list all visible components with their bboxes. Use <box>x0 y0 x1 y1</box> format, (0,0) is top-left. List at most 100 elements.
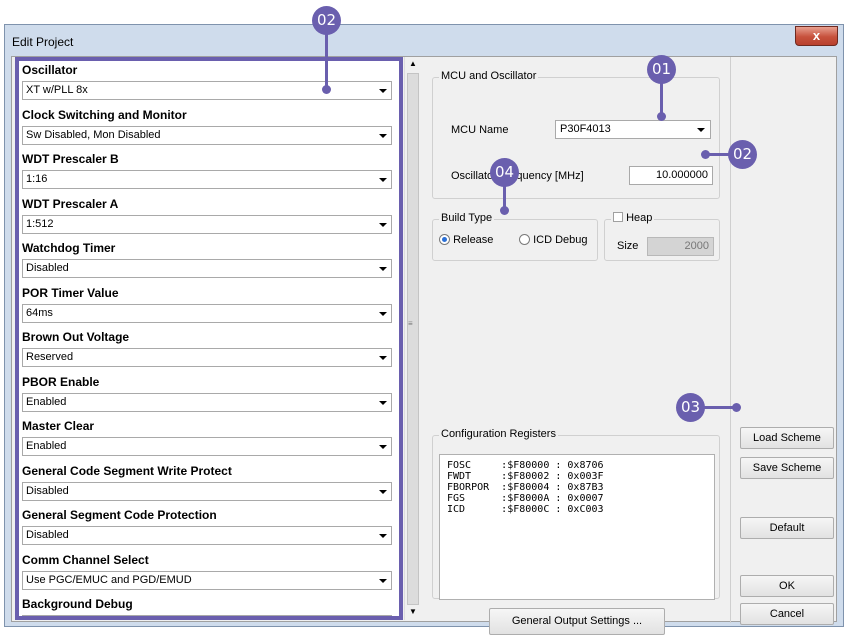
heap-checkbox[interactable] <box>613 212 623 222</box>
mcu-name-value: P30F4013 <box>560 123 611 135</box>
general-output-settings-button[interactable]: General Output Settings ... <box>489 608 665 635</box>
default-button[interactable]: Default <box>740 517 834 539</box>
heap-group: Heap Size 2000 <box>604 212 720 261</box>
config-field-select[interactable]: 1:16 <box>22 170 392 189</box>
config-field-select[interactable] <box>22 615 392 616</box>
chevron-down-icon <box>379 489 387 494</box>
chevron-down-icon <box>379 356 387 360</box>
callout-line-01 <box>660 83 663 115</box>
config-field-value: Disabled <box>26 262 69 274</box>
config-field-label: General Segment Code Protection <box>22 508 217 522</box>
config-field-label: WDT Prescaler B <box>22 152 119 166</box>
scroll-thumb[interactable] <box>407 73 419 605</box>
chevron-down-icon <box>379 578 387 583</box>
config-field-value: Disabled <box>26 529 69 541</box>
chevron-down-icon <box>379 178 387 182</box>
config-field-value: 1:512 <box>26 217 54 230</box>
scroll-down-icon[interactable]: ▼ <box>409 607 417 616</box>
callout-badge-02-right: 02 <box>728 140 757 169</box>
chevron-down-icon <box>379 267 387 271</box>
button-column-separator <box>730 57 731 623</box>
config-field-select[interactable]: Sw Disabled, Mon Disabled <box>22 125 392 145</box>
config-field-select[interactable]: Disabled <box>22 259 392 278</box>
config-field-label: WDT Prescaler A <box>22 196 119 211</box>
configuration-bits-panel: Oscillator XT w/PLL 8x Clock Switching and… <box>15 57 403 620</box>
config-field-label: Background Debug <box>22 597 133 611</box>
chevron-down-icon <box>379 400 387 405</box>
callout-badge-04: 04 <box>490 158 519 187</box>
title-bar: Edit Project x <box>5 25 843 55</box>
register-row: FOSC :$F80000 : 0x8706 <box>447 460 604 471</box>
save-scheme-button[interactable]: Save Scheme <box>740 457 834 479</box>
callout-badge-02-left: 02 <box>312 6 341 35</box>
icd-debug-label: ICD Debug <box>533 234 588 246</box>
radio-unselected-icon <box>519 234 530 245</box>
radio-selected-icon <box>439 234 450 245</box>
load-scheme-button[interactable]: Load Scheme <box>740 427 834 449</box>
chevron-down-icon <box>697 128 705 132</box>
config-field-label: Comm Channel Select <box>22 552 149 567</box>
callout-dot-01 <box>657 112 666 121</box>
register-row: ICD :$F8000C : 0xC003 <box>447 504 604 515</box>
heap-toggle[interactable]: Heap <box>611 212 655 224</box>
icd-debug-radio[interactable]: ICD Debug <box>519 234 587 246</box>
heap-size-label: Size <box>617 240 639 252</box>
registers-title: Configuration Registers <box>439 428 558 440</box>
dialog-client: Oscillator XT w/PLL 8x Clock Switching and… <box>11 56 837 635</box>
callout-line-02-left <box>325 34 328 88</box>
config-field-label: Brown Out Voltage <box>22 330 130 344</box>
register-row: FBORPOR :$F80004 : 0x87B3 <box>447 482 604 493</box>
config-field-value: 64ms <box>26 306 53 319</box>
release-radio[interactable]: Release <box>439 234 493 246</box>
register-row: FWDT :$F80002 : 0x003F <box>447 471 604 482</box>
config-field-value: Enabled <box>26 395 67 408</box>
heap-size-input[interactable]: 2000 <box>647 237 714 256</box>
config-field-select[interactable]: 1:512 <box>22 214 392 234</box>
callout-badge-03: 03 <box>676 393 705 422</box>
scroll-up-icon[interactable]: ▲ <box>409 59 417 68</box>
chevron-down-icon <box>379 222 387 227</box>
mcu-group-title: MCU and Oscillator <box>439 70 539 82</box>
callout-line-04 <box>503 186 506 208</box>
registers-list: FOSC :$F80000 : 0x8706 FWDT :$F80002 : 0x… <box>439 454 715 600</box>
register-row: FGS :$F8000A : 0x0007 <box>447 493 604 504</box>
config-scrollbar[interactable]: ▲ ≡ ▼ <box>404 57 421 620</box>
mcu-oscillator-group: MCU and Oscillator MCU Name P30F4013 Osc… <box>432 70 720 199</box>
config-field-select[interactable]: Enabled <box>22 437 392 456</box>
mcu-name-select[interactable]: P30F4013 <box>555 120 711 139</box>
config-field-select[interactable]: Disabled <box>22 481 392 501</box>
callout-badge-01: 01 <box>647 55 676 84</box>
config-field-value: XT w/PLL 8x <box>26 84 88 96</box>
config-field-label: General Code Segment Write Protect <box>22 463 232 478</box>
heap-label: Heap <box>626 212 653 224</box>
config-field-label: Master Clear <box>22 419 95 433</box>
chevron-down-icon <box>379 445 387 449</box>
oscillator-frequency-input[interactable]: 10.000000 <box>629 166 713 185</box>
grip-icon: ≡ <box>408 319 413 328</box>
callout-line-03 <box>704 406 734 409</box>
config-field-select[interactable]: Disabled <box>22 526 392 545</box>
cancel-button[interactable]: Cancel <box>740 603 834 625</box>
mcu-name-label: MCU Name <box>451 124 509 136</box>
close-button[interactable]: x <box>795 26 838 46</box>
config-field-select[interactable]: XT w/PLL 8x <box>22 81 392 100</box>
ok-button[interactable]: OK <box>740 575 834 597</box>
config-field-select[interactable]: 64ms <box>22 303 392 323</box>
config-field-select[interactable]: Use PGC/EMUC and PGD/EMUD <box>22 570 392 590</box>
config-field-value: Sw Disabled, Mon Disabled <box>26 128 161 141</box>
callout-line-02-right <box>708 153 730 156</box>
config-field-select[interactable]: Enabled <box>22 392 392 412</box>
callout-dot-02-left <box>322 85 331 94</box>
config-field-value: Enabled <box>26 440 67 452</box>
window-title: Edit Project <box>12 35 74 49</box>
build-type-title: Build Type <box>439 212 495 224</box>
chevron-down-icon <box>379 311 387 316</box>
edit-project-window: Edit Project x Oscillator XT w/PLL 8x Cloc… <box>4 24 844 635</box>
chevron-down-icon <box>379 89 387 93</box>
config-field-value: Disabled <box>26 484 69 497</box>
config-field-select[interactable]: Reserved <box>22 348 392 367</box>
config-field-label: Watchdog Timer <box>22 241 116 255</box>
chevron-down-icon <box>379 534 387 538</box>
callout-dot-03 <box>732 403 741 412</box>
config-field-value: Reserved <box>26 351 74 363</box>
